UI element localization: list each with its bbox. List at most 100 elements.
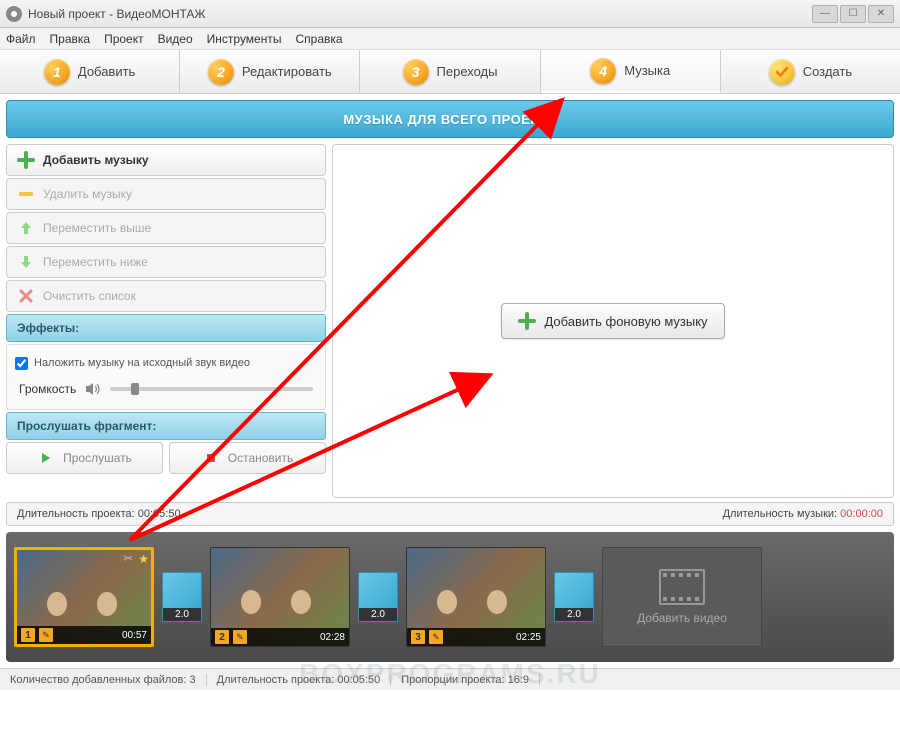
scissors-icon: ✂ — [124, 552, 133, 565]
effects-header-label: Эффекты: — [17, 321, 79, 335]
step-music[interactable]: 4 Музыка — [541, 50, 721, 93]
stop-button[interactable]: Остановить — [169, 442, 326, 474]
plus-icon — [518, 312, 536, 330]
move-down-button[interactable]: Переместить ниже — [6, 246, 326, 278]
effects-header: Эффекты: — [6, 314, 326, 342]
add-bg-music-button[interactable]: Добавить фоновую музыку — [501, 303, 724, 339]
play-icon — [37, 449, 55, 467]
step-5-label: Создать — [803, 64, 852, 79]
step-4-label: Музыка — [624, 63, 670, 78]
preview-area: Добавить фоновую музыку — [332, 144, 894, 498]
preview-header-label: Прослушать фрагмент: — [17, 419, 156, 433]
menu-tools[interactable]: Инструменты — [207, 32, 282, 46]
arrow-up-icon — [17, 219, 35, 237]
volume-slider[interactable] — [110, 387, 313, 391]
step-3-label: Переходы — [437, 64, 498, 79]
step-tabs: 1 Добавить 2 Редактировать 3 Переходы 4 … — [0, 50, 900, 94]
clip-1[interactable]: ✂ ★ 1 ✎ 00:57 — [14, 547, 154, 647]
step-1-icon: 1 — [44, 59, 70, 85]
minus-icon — [17, 185, 35, 203]
transition-1[interactable]: 2.0 — [162, 572, 202, 622]
minimize-button[interactable]: — — [812, 5, 838, 23]
clip-3[interactable]: 3 ✎ 02:25 — [406, 547, 546, 647]
step-1-label: Добавить — [78, 64, 135, 79]
effects-box: Наложить музыку на исходный звук видео Г… — [6, 344, 326, 410]
pencil-icon[interactable]: ✎ — [429, 630, 443, 644]
status-dur-label: Длительность проекта: — [217, 674, 335, 686]
step-2-label: Редактировать — [242, 64, 332, 79]
step-create[interactable]: Создать — [721, 50, 900, 93]
menu-file[interactable]: Файл — [6, 32, 36, 46]
plus-icon — [17, 151, 35, 169]
clear-list-button[interactable]: Очистить список — [6, 280, 326, 312]
step-2-icon: 2 — [208, 59, 234, 85]
filmstrip-icon — [659, 569, 705, 605]
project-dur-label: Длительность проекта: — [17, 508, 135, 520]
timeline: ✂ ★ 1 ✎ 00:57 2.0 2 ✎ 02:28 2.0 3 ✎ 02:2… — [6, 532, 894, 662]
preview-header: Прослушать фрагмент: — [6, 412, 326, 440]
status-bar: Количество добавленных файлов: 3 Длитель… — [0, 668, 900, 690]
section-title: МУЗЫКА ДЛЯ ВСЕГО ПРОЕКТА — [343, 112, 556, 127]
overlay-label: Наложить музыку на исходный звук видео — [34, 357, 250, 369]
transition-value: 2.0 — [163, 608, 201, 621]
transition-icon — [163, 573, 201, 608]
add-music-label: Добавить музыку — [43, 153, 149, 167]
step-3-icon: 3 — [403, 59, 429, 85]
transition-icon — [359, 573, 397, 608]
clip-num: 1 — [21, 628, 35, 642]
move-down-label: Переместить ниже — [43, 255, 148, 269]
arrow-down-icon — [17, 253, 35, 271]
stop-label: Остановить — [228, 451, 294, 465]
section-header: МУЗЫКА ДЛЯ ВСЕГО ПРОЕКТА — [6, 100, 894, 138]
window-title: Новый проект - ВидеоМОНТАЖ — [28, 7, 812, 21]
menu-edit[interactable]: Правка — [50, 32, 91, 46]
overlay-checkbox[interactable] — [15, 357, 28, 370]
app-icon — [6, 6, 22, 22]
transition-value: 2.0 — [555, 608, 593, 621]
music-dur-label: Длительность музыки: — [723, 508, 838, 520]
menu-bar: Файл Правка Проект Видео Инструменты Спр… — [0, 28, 900, 50]
music-dur-value: 00:00:00 — [840, 508, 883, 520]
status-files-label: Количество добавленных файлов: — [10, 674, 186, 686]
clip-2[interactable]: 2 ✎ 02:28 — [210, 547, 350, 647]
step-edit[interactable]: 2 Редактировать — [180, 50, 360, 93]
maximize-button[interactable]: ☐ — [840, 5, 866, 23]
status-dur-value: 00:05:50 — [337, 674, 380, 686]
menu-project[interactable]: Проект — [104, 32, 144, 46]
stop-icon — [202, 449, 220, 467]
step-add[interactable]: 1 Добавить — [0, 50, 180, 93]
transition-icon — [555, 573, 593, 608]
play-button[interactable]: Прослушать — [6, 442, 163, 474]
pencil-icon[interactable]: ✎ — [233, 630, 247, 644]
transition-3[interactable]: 2.0 — [554, 572, 594, 622]
delete-music-button[interactable]: Удалить музыку — [6, 178, 326, 210]
add-video-button[interactable]: Добавить видео — [602, 547, 762, 647]
clip-time: 02:25 — [516, 632, 541, 643]
x-icon — [17, 287, 35, 305]
title-bar: Новый проект - ВидеоМОНТАЖ — ☐ ✕ — [0, 0, 900, 28]
close-button[interactable]: ✕ — [868, 5, 894, 23]
step-transitions[interactable]: 3 Переходы — [360, 50, 540, 93]
volume-label: Громкость — [19, 382, 76, 396]
clip-num: 2 — [215, 630, 229, 644]
check-icon — [769, 59, 795, 85]
transition-2[interactable]: 2.0 — [358, 572, 398, 622]
clip-time: 02:28 — [320, 632, 345, 643]
transition-value: 2.0 — [359, 608, 397, 621]
status-files-value: 3 — [190, 674, 196, 686]
add-bg-label: Добавить фоновую музыку — [544, 314, 707, 329]
move-up-label: Переместить выше — [43, 221, 151, 235]
speaker-icon — [84, 380, 102, 398]
move-up-button[interactable]: Переместить выше — [6, 212, 326, 244]
clip-num: 3 — [411, 630, 425, 644]
project-dur-value: 00:05:50 — [138, 508, 181, 520]
menu-video[interactable]: Видео — [158, 32, 193, 46]
menu-help[interactable]: Справка — [295, 32, 342, 46]
pencil-icon[interactable]: ✎ — [39, 628, 53, 642]
status-aspect-label: Пропорции проекта: — [401, 674, 504, 686]
duration-bar: Длительность проекта: 00:05:50 Длительно… — [6, 502, 894, 526]
star-icon: ★ — [138, 552, 149, 566]
delete-music-label: Удалить музыку — [43, 187, 132, 201]
add-music-button[interactable]: Добавить музыку — [6, 144, 326, 176]
status-aspect-value: 16:9 — [508, 674, 529, 686]
